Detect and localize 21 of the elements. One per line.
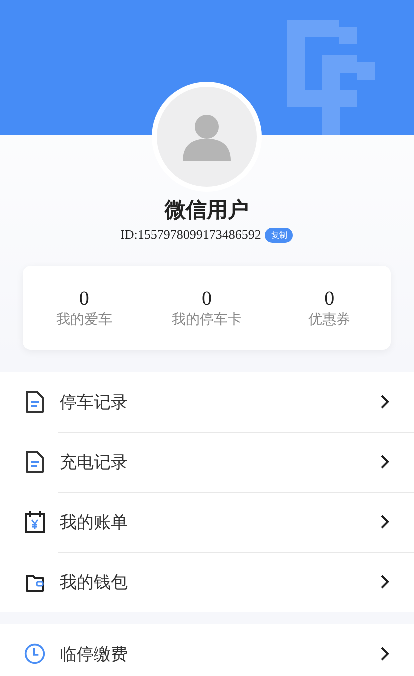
- chevron-right-icon: [380, 514, 390, 530]
- stat-value: 0: [79, 287, 90, 311]
- chevron-right-icon: [380, 394, 390, 410]
- menu-item[interactable]: 充电记录: [60, 450, 380, 474]
- chevron-right-icon: [380, 646, 390, 662]
- clock-icon: [24, 642, 46, 666]
- menu-item[interactable]: 停车记录: [60, 390, 380, 414]
- stat-value: 0: [202, 287, 212, 311]
- user-name: 微信用户: [165, 197, 249, 224]
- stat-value: 0: [324, 287, 335, 311]
- chevron-right-icon: [380, 574, 390, 590]
- menu-item[interactable]: 我的钱包: [60, 570, 380, 594]
- stat-label[interactable]: 我的停车卡: [172, 311, 242, 329]
- chevron-right-icon: [380, 454, 390, 470]
- stat-label[interactable]: 我的爱车: [56, 311, 112, 329]
- stat-label[interactable]: 优惠券: [308, 311, 351, 329]
- document-icon: [24, 450, 46, 474]
- menu-item[interactable]: 我的账单: [60, 510, 380, 534]
- document-icon: [24, 390, 46, 414]
- calendar-icon: [24, 510, 46, 534]
- user-id: ID:1557978099173486592: [120, 227, 262, 243]
